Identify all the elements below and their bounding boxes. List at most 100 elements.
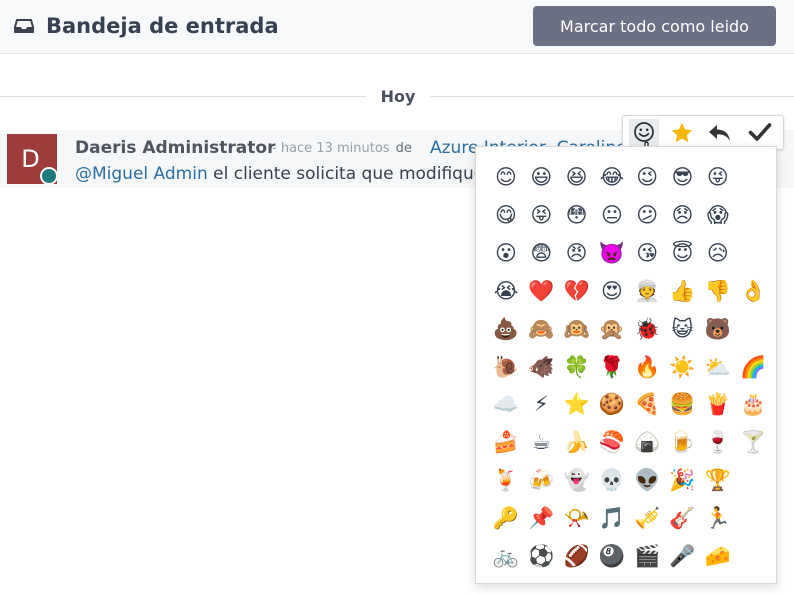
- emoji-option[interactable]: 😋: [490, 199, 522, 231]
- message-meta: - hace 13 minutos de: [272, 140, 412, 158]
- emoji-option[interactable]: 🌹: [596, 351, 628, 383]
- emoji-option[interactable]: 🍙: [631, 426, 663, 458]
- emoji-option[interactable]: 💔: [561, 275, 593, 307]
- page-title: Bandeja de entrada: [46, 14, 279, 38]
- emoji-option[interactable]: 🍟: [702, 388, 734, 420]
- emoji-option[interactable]: ⛅: [702, 351, 734, 383]
- emoji-option[interactable]: 😂: [596, 161, 628, 193]
- emoji-option[interactable]: 🍸: [737, 426, 769, 458]
- emoji-option[interactable]: 👳: [631, 275, 663, 307]
- emoji-option[interactable]: 🌈: [737, 351, 769, 383]
- emoji-option[interactable]: 🎺: [631, 502, 663, 534]
- emoji-option[interactable]: 🐗: [525, 351, 557, 383]
- emoji-option[interactable]: 🎤: [667, 540, 699, 572]
- emoji-option[interactable]: 🐞: [631, 313, 663, 345]
- emoji-option[interactable]: ⭐: [561, 388, 593, 420]
- message-text: el cliente solicita que modifiquemos: [213, 164, 475, 184]
- emoji-option[interactable]: 👎: [702, 275, 734, 307]
- emoji-option[interactable]: 😺: [667, 313, 699, 345]
- header: Bandeja de entrada Marcar todo como leid…: [0, 0, 794, 54]
- emoji-option[interactable]: 🎉: [667, 464, 699, 496]
- emoji-option[interactable]: 😃: [525, 161, 557, 193]
- emoji-option[interactable]: 🎵: [596, 502, 628, 534]
- emoji-option[interactable]: 🍹: [490, 464, 522, 496]
- check-icon: [748, 123, 772, 141]
- reply-icon: [709, 125, 730, 141]
- emoji-option[interactable]: 🎸: [667, 502, 699, 534]
- emoji-option[interactable]: 🍷: [702, 426, 734, 458]
- emoji-option[interactable]: 🎂: [737, 388, 769, 420]
- emoji-option[interactable]: 🍺: [667, 426, 699, 458]
- reply-button[interactable]: [705, 119, 735, 147]
- mark-all-read-button[interactable]: Marcar todo como leido: [533, 6, 776, 46]
- separator-line-right: [430, 96, 794, 97]
- emoji-option[interactable]: 💀: [596, 464, 628, 496]
- emoji-option[interactable]: 😜: [702, 161, 734, 193]
- emoji-option[interactable]: 👍: [667, 275, 699, 307]
- emoji-option[interactable]: 🙉: [561, 313, 593, 345]
- emoji-option[interactable]: 📌: [525, 502, 557, 534]
- emoji-option[interactable]: 🍰: [490, 426, 522, 458]
- emoji-option[interactable]: 😭: [490, 275, 522, 307]
- emoji-option[interactable]: 😞: [667, 199, 699, 231]
- emoji-option[interactable]: 🍀: [561, 351, 593, 383]
- emoji-picker: 😊 😃 😆 😂 😉 😎 😜 😋 😝 😳 😐 😕 😞 😱 😮 😨 😠 👿 😘 😇 😥 😭 ❤️ 💔 😍 👳 👍 👎 👌 💩 🙈 🙉 🙊 🐞 😺 🐻 🐌 🐗 🍀…: [475, 146, 777, 584]
- online-status-icon: [40, 167, 58, 185]
- emoji-option[interactable]: 😱: [702, 199, 734, 231]
- emoji-option[interactable]: 🏆: [702, 464, 734, 496]
- emoji-option[interactable]: 📯: [561, 502, 593, 534]
- emoji-option[interactable]: 😠: [561, 237, 593, 269]
- emoji-option[interactable]: 🙈: [525, 313, 557, 345]
- emoji-option[interactable]: 😳: [561, 199, 593, 231]
- mark-done-button[interactable]: [745, 119, 775, 147]
- emoji-option[interactable]: 😎: [667, 161, 699, 193]
- emoji-option[interactable]: 🏈: [561, 540, 593, 572]
- emoji-option[interactable]: ⚽: [525, 540, 557, 572]
- emoji-option[interactable]: ☀️: [667, 351, 699, 383]
- emoji-option[interactable]: 😨: [525, 237, 557, 269]
- emoji-option[interactable]: 🐻: [702, 313, 734, 345]
- emoji-option[interactable]: 🍪: [596, 388, 628, 420]
- emoji-option[interactable]: 🐌: [490, 351, 522, 383]
- inbox-icon: [14, 19, 34, 33]
- emoji-option[interactable]: ❤️: [525, 275, 557, 307]
- emoji-option[interactable]: 🍕: [631, 388, 663, 420]
- emoji-option[interactable]: 😉: [631, 161, 663, 193]
- emoji-option[interactable]: 😮: [490, 237, 522, 269]
- emoji-option[interactable]: ☕: [525, 426, 557, 458]
- emoji-option[interactable]: 🍣: [596, 426, 628, 458]
- emoji-option[interactable]: 😝: [525, 199, 557, 231]
- emoji-option[interactable]: 🙊: [596, 313, 628, 345]
- emoji-option[interactable]: 😆: [561, 161, 593, 193]
- emoji-option[interactable]: 👻: [561, 464, 593, 496]
- emoji-option[interactable]: 🔑: [490, 502, 522, 534]
- emoji-option[interactable]: 👽: [631, 464, 663, 496]
- emoji-option[interactable]: 🍻: [525, 464, 557, 496]
- emoji-option[interactable]: 🔥: [631, 351, 663, 383]
- emoji-option[interactable]: 🎱: [596, 540, 628, 572]
- emoji-option[interactable]: 😍: [596, 275, 628, 307]
- message-author[interactable]: Daeris Administrator: [75, 136, 275, 160]
- star-icon: [671, 122, 693, 143]
- emoji-option[interactable]: 👌: [737, 275, 769, 307]
- emoji-option[interactable]: 😐: [596, 199, 628, 231]
- emoji-option[interactable]: 😇: [667, 237, 699, 269]
- star-button[interactable]: [667, 119, 697, 147]
- separator-line-left: [0, 96, 366, 97]
- emoji-option[interactable]: 😊: [490, 161, 522, 193]
- emoji-option[interactable]: 🍔: [667, 388, 699, 420]
- emoji-option[interactable]: 🏃: [702, 502, 734, 534]
- emoji-option[interactable]: 🍌: [561, 426, 593, 458]
- emoji-option[interactable]: 😘: [631, 237, 663, 269]
- emoji-option[interactable]: 👿: [596, 237, 628, 269]
- emoji-option[interactable]: 🚲: [490, 540, 522, 572]
- mention-link[interactable]: @Miguel Admin: [75, 164, 208, 184]
- emoji-option[interactable]: ⚡: [525, 388, 557, 420]
- emoji-option[interactable]: 💩: [490, 313, 522, 345]
- emoji-option[interactable]: 😥: [702, 237, 734, 269]
- emoji-option[interactable]: 🧀: [702, 540, 734, 572]
- date-separator: Hoy: [380, 87, 416, 106]
- emoji-option[interactable]: 🎬: [631, 540, 663, 572]
- emoji-option[interactable]: ☁️: [490, 388, 522, 420]
- emoji-option[interactable]: 😕: [631, 199, 663, 231]
